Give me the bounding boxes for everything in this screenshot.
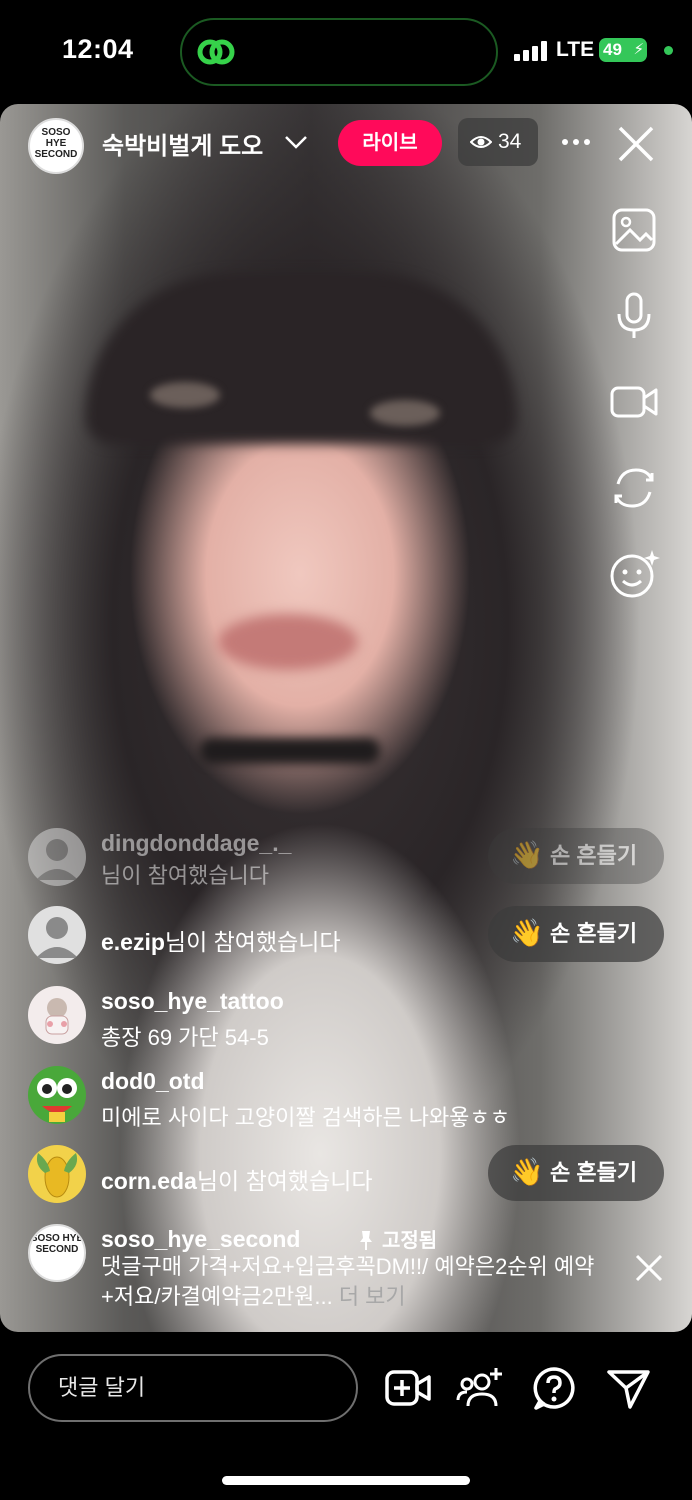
host-name[interactable]: 숙박비벌게 도오 bbox=[102, 126, 263, 161]
viewer-count-value: 34 bbox=[498, 130, 522, 153]
pin-icon bbox=[360, 1231, 372, 1250]
avatar[interactable] bbox=[28, 828, 86, 886]
comment-text: 총장 69 가단 54-5 bbox=[101, 1025, 269, 1050]
more-link[interactable]: 더 보기 bbox=[339, 1284, 406, 1309]
signal-icon bbox=[514, 41, 548, 61]
list-item: corn.eda님이 참여했습니다 👋 손 흔들기 bbox=[28, 1145, 668, 1203]
comment-text: 님이 참여했습니다 bbox=[164, 929, 341, 955]
eye-icon bbox=[470, 136, 492, 148]
list-item: dingdonddage_._ 님이 참여했습니다 👋 손 흔들기 bbox=[28, 828, 668, 888]
close-icon[interactable] bbox=[633, 1252, 665, 1284]
wave-button[interactable]: 👋 손 흔들기 bbox=[488, 828, 664, 884]
video-camera-icon[interactable] bbox=[606, 374, 662, 430]
pinned-badge: 고정됨 bbox=[358, 1224, 437, 1253]
avatar[interactable] bbox=[28, 1145, 86, 1203]
avatar[interactable] bbox=[28, 986, 86, 1044]
pinned-label: 고정됨 bbox=[382, 1230, 438, 1252]
question-icon[interactable] bbox=[530, 1364, 578, 1412]
wave-icon: 👋 bbox=[510, 918, 544, 948]
wave-button[interactable]: 👋 손 흔들기 bbox=[488, 906, 664, 962]
wave-icon: 👋 bbox=[510, 1157, 544, 1187]
live-activity-icon bbox=[197, 39, 235, 65]
join-message: corn.eda님이 참여했습니다 bbox=[101, 1162, 373, 1196]
avatar[interactable]: SOSO HYE SECOND bbox=[28, 1224, 86, 1282]
home-indicator[interactable] bbox=[222, 1476, 470, 1485]
comment-text: 님이 참여했습니다 bbox=[196, 1168, 373, 1194]
pinned-text: 댓글구매 가격+저요+입금후꼭DM!!/ 예약은2순위 예약+저요/카결예약금2… bbox=[101, 1252, 621, 1312]
wave-icon: 👋 bbox=[510, 840, 544, 870]
host-avatar[interactable]: SOSO HYE SECOND bbox=[28, 118, 84, 174]
chevron-down-icon[interactable] bbox=[284, 133, 308, 153]
wave-button[interactable]: 👋 손 흔들기 bbox=[488, 1145, 664, 1201]
comment-username[interactable]: soso_hye_second bbox=[101, 1226, 300, 1253]
viewer-count[interactable]: 34 bbox=[458, 118, 538, 166]
invite-guest-icon[interactable] bbox=[456, 1364, 504, 1412]
comment-text: 미에로 사이다 고양이짤 검색하믄 나와욯ㅎㅎ bbox=[101, 1105, 511, 1130]
wave-label: 손 흔들기 bbox=[550, 1160, 638, 1185]
comment-text: 님이 참여했습니다 bbox=[101, 863, 270, 888]
pinned-comment: SOSO HYE SECOND soso_hye_second 고정됨 댓글구매… bbox=[28, 1224, 668, 1314]
more-icon[interactable] bbox=[560, 126, 592, 158]
share-icon[interactable] bbox=[604, 1364, 652, 1412]
wave-label: 손 흔들기 bbox=[550, 921, 638, 946]
avatar[interactable] bbox=[28, 906, 86, 964]
wave-label: 손 흔들기 bbox=[550, 843, 638, 868]
comment-input[interactable] bbox=[28, 1354, 358, 1422]
status-time: 12:04 bbox=[62, 34, 134, 64]
comment-username[interactable]: e.ezip bbox=[101, 929, 165, 955]
add-video-icon[interactable] bbox=[384, 1364, 432, 1412]
comment-username[interactable]: soso_hye_tattoo bbox=[101, 988, 284, 1015]
battery-level: 49 bbox=[603, 40, 622, 59]
comment-username[interactable]: dingdonddage_._ bbox=[101, 830, 291, 857]
network-label: LTE bbox=[556, 38, 595, 61]
join-message: e.ezip님이 참여했습니다 bbox=[101, 923, 341, 957]
list-item: soso_hye_tattoo 총장 69 가단 54-5 bbox=[28, 986, 668, 1050]
list-item: e.ezip님이 참여했습니다 👋 손 흔들기 bbox=[28, 906, 668, 964]
status-bar: 12:04 LTE 49 ⚡ bbox=[0, 0, 692, 104]
microphone-icon[interactable] bbox=[606, 288, 662, 344]
comment-username[interactable]: corn.eda bbox=[101, 1168, 197, 1194]
battery-icon: 49 ⚡ bbox=[599, 38, 647, 62]
effects-icon[interactable] bbox=[606, 546, 662, 602]
flip-camera-icon[interactable] bbox=[606, 460, 662, 516]
avatar[interactable] bbox=[28, 1066, 86, 1124]
comment-username[interactable]: dod0_otd bbox=[101, 1068, 205, 1095]
live-badge: 라이브 bbox=[338, 120, 442, 166]
close-icon[interactable] bbox=[614, 122, 658, 166]
list-item: dod0_otd 미에로 사이다 고양이짤 검색하믄 나와욯ㅎㅎ bbox=[28, 1066, 668, 1130]
privacy-indicator bbox=[664, 46, 673, 55]
image-icon[interactable] bbox=[606, 202, 662, 258]
